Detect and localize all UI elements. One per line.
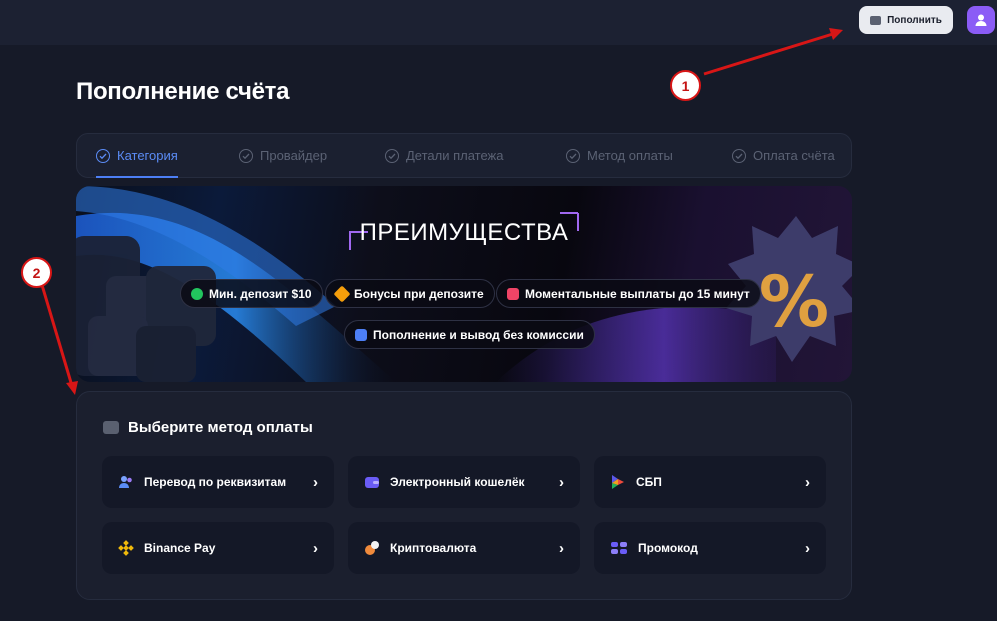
feature-pill: Мин. депозит $10: [180, 279, 323, 308]
topup-button-label: Пополнить: [887, 14, 942, 26]
chevron-right-icon: ›: [313, 539, 318, 557]
crypto-coin-icon: [365, 541, 379, 555]
check-circle-icon: [96, 148, 110, 163]
wallet-icon: [870, 15, 882, 25]
timer-icon: [507, 287, 519, 300]
tab-label: Детали платежа: [406, 148, 504, 163]
chevron-right-icon: ›: [559, 539, 564, 557]
method-e-wallet-button[interactable]: Электронный кошелёк ›: [348, 456, 580, 508]
tab-provider[interactable]: Провайдер: [239, 134, 327, 177]
tab-label: Провайдер: [260, 148, 328, 163]
promo-icon: [611, 542, 627, 554]
feature-pill: Бонусы при депозите: [325, 279, 495, 308]
sbp-icon: [612, 475, 624, 489]
tab-payment-details[interactable]: Детали платежа: [385, 134, 504, 177]
method-heading-label: Выберите метод оплаты: [128, 419, 313, 436]
user-icon: [975, 14, 987, 26]
wallet-icon: [103, 421, 119, 434]
method-bank-transfer-button[interactable]: Перевод по реквизитам ›: [102, 456, 334, 508]
method-sbp-button[interactable]: СБП ›: [594, 456, 826, 508]
dollar-coin-icon: [191, 287, 203, 300]
chevron-right-icon: ›: [313, 473, 318, 491]
chevron-right-icon: ›: [805, 539, 810, 557]
method-binance-pay-button[interactable]: Binance Pay ›: [102, 522, 334, 574]
method-label: СБП: [636, 475, 662, 489]
top-bar: [0, 0, 997, 45]
banner-title: ПРЕИМУЩЕСТВА: [359, 219, 569, 246]
svg-text:%: %: [759, 261, 829, 343]
method-crypto-button[interactable]: Криптовалюта ›: [348, 522, 580, 574]
users-icon: [119, 476, 132, 488]
payment-method-card: Выберите метод оплаты Перевод по реквизи…: [76, 391, 852, 600]
wallet-icon: [365, 477, 379, 488]
page-title: Пополнение счёта: [76, 78, 290, 105]
check-circle-icon: [385, 148, 399, 163]
step-tabs: Категория Провайдер Детали платежа Метод…: [76, 133, 852, 178]
pill-label: Пополнение и вывод без комиссии: [373, 327, 584, 342]
pill-label: Мин. депозит $10: [209, 286, 312, 301]
method-heading: Выберите метод оплаты: [103, 419, 313, 436]
chevron-right-icon: ›: [559, 473, 564, 491]
method-promocode-button[interactable]: Промокод ›: [594, 522, 826, 574]
tab-label: Оплата счёта: [753, 148, 835, 163]
pill-label: Бонусы при депозите: [354, 286, 484, 301]
avatar[interactable]: [967, 6, 995, 34]
method-label: Электронный кошелёк: [390, 475, 525, 489]
check-circle-icon: [732, 148, 746, 163]
method-label: Binance Pay: [144, 541, 216, 555]
check-circle-icon: [566, 148, 580, 163]
tab-label: Категория: [117, 148, 178, 163]
star-burst-icon: [333, 285, 351, 302]
check-circle-icon: [239, 148, 253, 163]
method-label: Криптовалюта: [390, 541, 477, 555]
tab-category[interactable]: Категория: [96, 134, 178, 178]
chevron-right-icon: ›: [805, 473, 810, 491]
pill-label: Моментальные выплаты до 15 минут: [525, 286, 750, 301]
method-label: Перевод по реквизитам: [144, 475, 287, 489]
topup-button[interactable]: Пополнить: [859, 6, 953, 34]
advantages-banner: % ПРЕИМУЩЕСТВА Мин. депозит $10 Бонусы п…: [76, 186, 852, 382]
thumbs-up-icon: [355, 328, 367, 341]
tab-label: Метод оплаты: [587, 148, 673, 163]
tab-invoice-payment[interactable]: Оплата счёта: [732, 134, 835, 177]
feature-pill: Моментальные выплаты до 15 минут: [496, 279, 761, 308]
annotation-marker-2: 2: [21, 257, 52, 288]
method-label: Промокод: [638, 541, 698, 555]
feature-pill: Пополнение и вывод без комиссии: [344, 320, 595, 349]
binance-icon: [118, 540, 134, 556]
annotation-marker-1: 1: [670, 70, 701, 101]
tab-payment-method[interactable]: Метод оплаты: [566, 134, 673, 177]
